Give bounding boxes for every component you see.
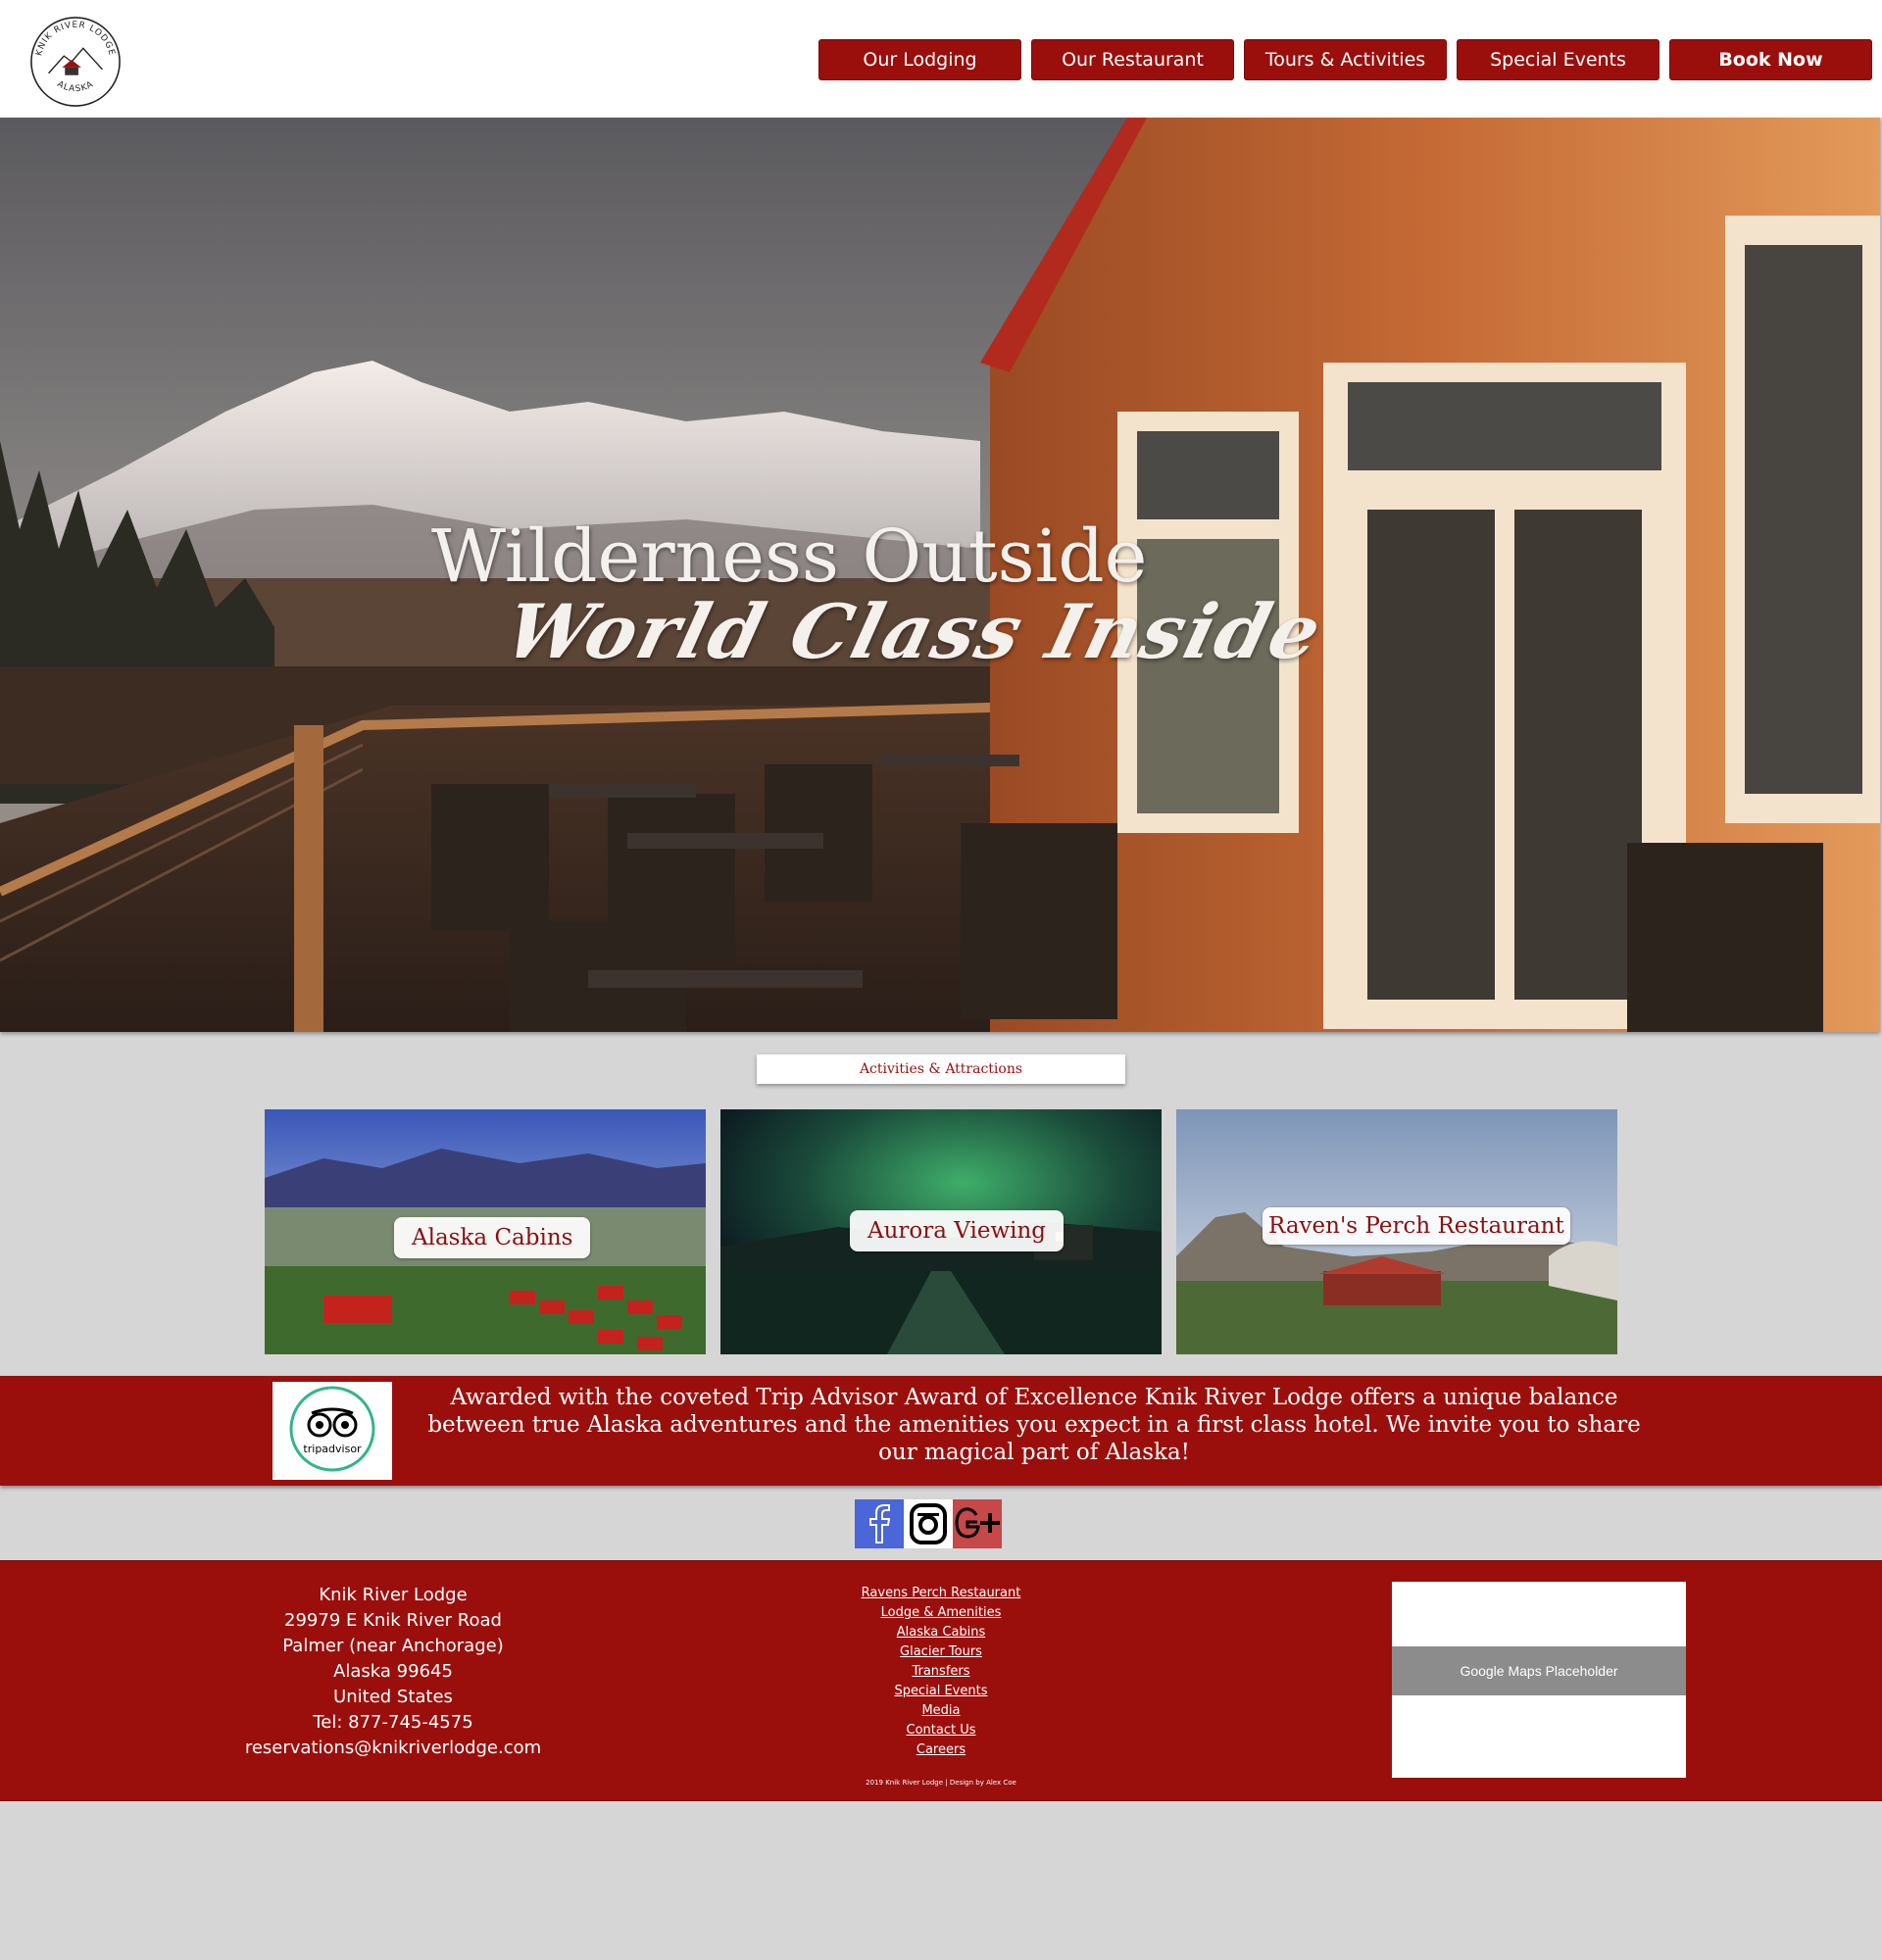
footer-link-glacier-tours[interactable]: Glacier Tours [804, 1642, 1078, 1662]
google-plus-icon [953, 1499, 1002, 1548]
google-plus-link[interactable] [953, 1499, 1002, 1548]
logo-cabin [65, 67, 78, 75]
facebook-link[interactable] [855, 1499, 904, 1548]
map-placeholder-label: Google Maps Placeholder [1392, 1646, 1686, 1695]
instagram-link[interactable] [904, 1499, 953, 1548]
instagram-icon [904, 1499, 953, 1548]
footer-link-alaska-cabins[interactable]: Alaska Cabins [804, 1623, 1078, 1642]
facebook-icon [855, 1499, 904, 1548]
map-embed[interactable]: Google Maps Placeholder [1392, 1582, 1686, 1778]
footer-link-transfers[interactable]: Transfers [804, 1662, 1078, 1682]
hero-subtitle: World Class Inside [496, 588, 1332, 675]
footer-link-careers[interactable]: Careers [804, 1740, 1078, 1760]
nav-special-events[interactable]: Special Events [1457, 39, 1659, 80]
site-footer: Knik River Lodge 29979 E Knik River Road… [0, 1560, 1882, 1801]
address-phone: Tel: 877-745-4575 [313, 1712, 473, 1733]
nav-tours-activities[interactable]: Tours & Activities [1244, 39, 1447, 80]
address-email[interactable]: reservations@knikriverlodge.com [196, 1736, 590, 1761]
card-label: Alaska Cabins [394, 1217, 591, 1258]
tripadvisor-wordmark: tripadvisor [303, 1443, 362, 1455]
book-now-button[interactable]: Book Now [1669, 39, 1872, 80]
hero-title: Wilderness Outside [431, 514, 1148, 599]
hero-banner: Wilderness Outside World Class Inside [0, 118, 1880, 1032]
card-label: Aurora Viewing [850, 1210, 1065, 1251]
activities-tag: Activities & Attractions [757, 1054, 1125, 1084]
footer-link-ravens-perch-restaurant[interactable]: Ravens Perch Restaurant [804, 1584, 1078, 1603]
address-country: United States [333, 1687, 453, 1707]
card-aurora-viewing[interactable]: Aurora Viewing [720, 1109, 1162, 1354]
address-city: Palmer (near Anchorage) [282, 1636, 504, 1656]
footer-link-contact-us[interactable]: Contact Us [804, 1721, 1078, 1740]
footer-copyright: 2019 Knik River Lodge | Design by Alex C… [866, 1779, 1016, 1787]
nav-our-restaurant[interactable]: Our Restaurant [1031, 39, 1234, 80]
card-alaska-cabins[interactable]: Alaska Cabins [265, 1109, 706, 1354]
footer-links: Ravens Perch Restaurant Lodge & Amenitie… [804, 1584, 1078, 1760]
card-ravens-perch-restaurant[interactable]: Raven's Perch Restaurant [1176, 1109, 1617, 1354]
footer-link-lodge-amenities[interactable]: Lodge & Amenities [804, 1603, 1078, 1623]
lodge-logo[interactable]: KNIK RIVER LODGE ALASKA [27, 14, 124, 110]
award-text: Awarded with the coveted Trip Advisor Aw… [427, 1385, 1641, 1465]
tripadvisor-badge[interactable]: tripadvisor [272, 1382, 392, 1480]
nav-our-lodging[interactable]: Our Lodging [818, 39, 1021, 80]
address-name: Knik River Lodge [319, 1585, 468, 1605]
footer-link-media[interactable]: Media [804, 1701, 1078, 1721]
site-header: KNIK RIVER LODGE ALASKA Our Lodging Our … [0, 0, 1882, 118]
address-street: 29979 E Knik River Road [284, 1610, 502, 1631]
card-label: Raven's Perch Restaurant [1263, 1207, 1570, 1245]
footer-link-special-events[interactable]: Special Events [804, 1682, 1078, 1701]
logo-ring [30, 17, 121, 107]
address-state-zip: Alaska 99645 [333, 1661, 453, 1682]
footer-address: Knik River Lodge 29979 E Knik River Road… [196, 1583, 590, 1761]
award-banner: tripadvisor Awarded with the coveted Tri… [0, 1376, 1882, 1486]
tripadvisor-owl-icon: tripadvisor [289, 1386, 375, 1472]
